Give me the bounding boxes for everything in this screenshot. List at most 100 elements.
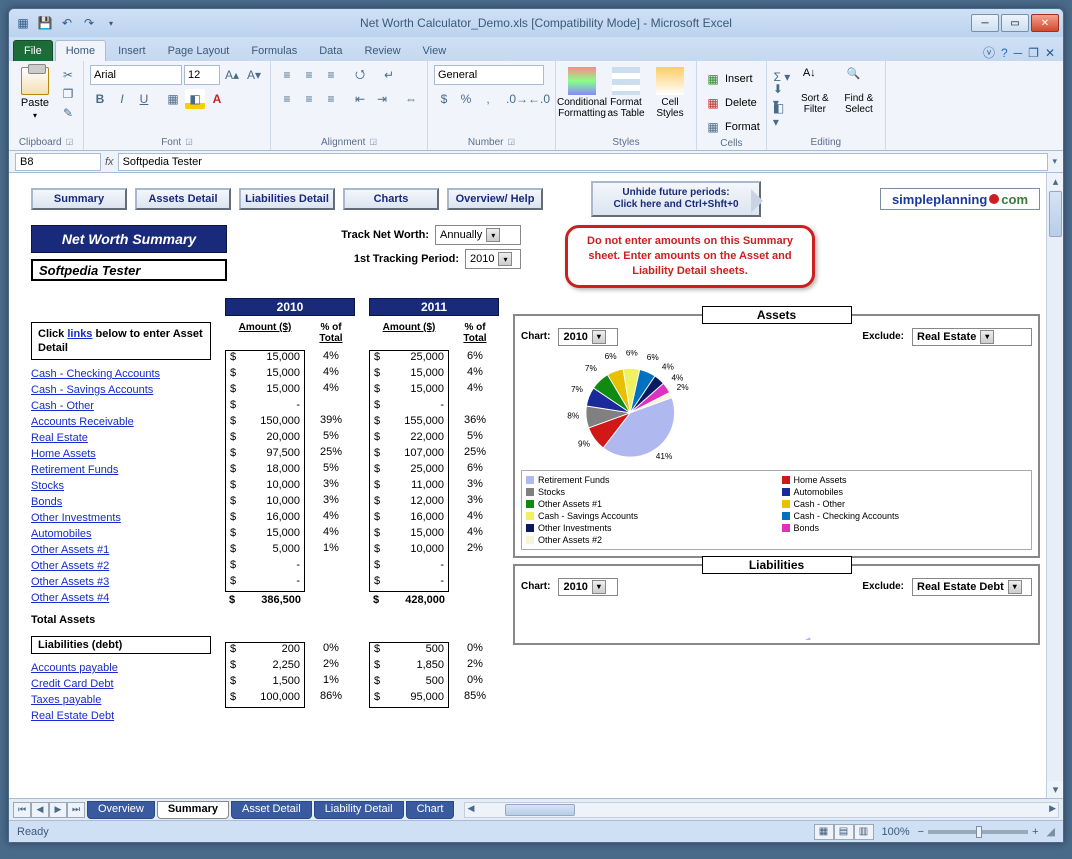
align-left-icon[interactable]: ≡	[277, 89, 297, 109]
prev-sheet-button[interactable]: ◀	[31, 802, 49, 818]
asset-link[interactable]: Other Assets #4	[31, 590, 211, 606]
sheet-tab-liability-detail[interactable]: Liability Detail	[314, 801, 404, 819]
delete-cells-button[interactable]: Delete	[725, 97, 757, 109]
tab-view[interactable]: View	[413, 41, 457, 61]
asset-link[interactable]: Real Estate	[31, 430, 211, 446]
currency-icon[interactable]: $	[434, 89, 454, 109]
tab-home[interactable]: Home	[55, 40, 106, 61]
maximize-button[interactable]: ▭	[1001, 14, 1029, 32]
chevron-down-icon[interactable]: ▾	[33, 111, 37, 120]
font-color-icon[interactable]: A	[207, 89, 227, 109]
chevron-down-icon[interactable]: ▾	[980, 330, 994, 344]
asset-link[interactable]: Bonds	[31, 494, 211, 510]
asset-link[interactable]: Stocks	[31, 478, 211, 494]
nav-liabilities-button[interactable]: Liabilities Detail	[239, 188, 335, 210]
owner-name-field[interactable]: Softpedia Tester	[31, 259, 227, 281]
liab-chart-year-select[interactable]: 2010▾	[558, 578, 618, 596]
tab-formulas[interactable]: Formulas	[241, 41, 307, 61]
nav-summary-button[interactable]: Summary	[31, 188, 127, 210]
insert-icon[interactable]: ▦	[703, 69, 723, 89]
workbook-restore-icon[interactable]: ❐	[1028, 46, 1039, 60]
expand-formula-icon[interactable]: ▾	[1052, 156, 1057, 167]
sheet-tab-overview[interactable]: Overview	[87, 801, 155, 819]
redo-icon[interactable]: ↷	[79, 13, 99, 33]
liability-link[interactable]: Real Estate Debt	[31, 708, 211, 724]
sort-filter-button[interactable]: A↓Sort & Filter	[795, 63, 835, 115]
hscroll-thumb[interactable]	[505, 804, 575, 816]
tab-review[interactable]: Review	[354, 41, 410, 61]
orientation-icon[interactable]: ⭯	[350, 65, 370, 85]
resize-grip-icon[interactable]: ◢	[1047, 825, 1055, 838]
sheet-tab-summary[interactable]: Summary	[157, 801, 229, 819]
shrink-font-icon[interactable]: A▾	[244, 65, 264, 85]
dialog-launcher-icon[interactable]: ◲	[185, 137, 193, 148]
align-top-icon[interactable]: ≡	[277, 65, 297, 85]
dialog-launcher-icon[interactable]: ◲	[369, 137, 377, 148]
tab-data[interactable]: Data	[309, 41, 352, 61]
vertical-scrollbar[interactable]: ▴ ▾	[1046, 173, 1063, 798]
tab-page-layout[interactable]: Page Layout	[158, 41, 240, 61]
dialog-launcher-icon[interactable]: ◲	[66, 137, 74, 148]
cut-icon[interactable]: ✂	[59, 67, 77, 83]
align-middle-icon[interactable]: ≡	[299, 65, 319, 85]
first-period-select[interactable]: 2010▾	[465, 249, 521, 269]
sheet-tab-asset-detail[interactable]: Asset Detail	[231, 801, 312, 819]
find-select-button[interactable]: 🔍Find & Select	[839, 63, 879, 115]
grow-font-icon[interactable]: A▴	[222, 65, 242, 85]
normal-view-button[interactable]: ▦	[814, 824, 834, 840]
merge-center-icon[interactable]: ⇔	[401, 89, 421, 109]
chevron-down-icon[interactable]: ▾	[1008, 580, 1022, 594]
copy-icon[interactable]: ❐	[59, 86, 77, 102]
minimize-button[interactable]: ─	[971, 14, 999, 32]
help-icon[interactable]: ?	[1001, 46, 1008, 60]
liability-link[interactable]: Taxes payable	[31, 692, 211, 708]
scroll-up-icon[interactable]: ▴	[1047, 173, 1063, 190]
bold-button[interactable]: B	[90, 89, 110, 109]
insert-cells-button[interactable]: Insert	[725, 73, 753, 85]
zoom-level[interactable]: 100%	[882, 826, 910, 838]
liability-link[interactable]: Credit Card Debt	[31, 676, 211, 692]
assets-chart-year-select[interactable]: 2010▾	[558, 328, 618, 346]
scroll-right-icon[interactable]: ▶	[1049, 803, 1056, 814]
nav-charts-button[interactable]: Charts	[343, 188, 439, 210]
clear-icon[interactable]: ◧ ▾	[773, 107, 791, 123]
workbook-close-icon[interactable]: ✕	[1045, 46, 1055, 60]
delete-icon[interactable]: ▦	[703, 93, 723, 113]
increase-indent-icon[interactable]: ⇥	[372, 89, 392, 109]
workbook-minimize-icon[interactable]: ─	[1014, 46, 1023, 60]
formula-input[interactable]	[118, 153, 1049, 171]
scroll-down-icon[interactable]: ▾	[1047, 781, 1063, 798]
align-right-icon[interactable]: ≡	[321, 89, 341, 109]
percent-icon[interactable]: %	[456, 89, 476, 109]
underline-button[interactable]: U	[134, 89, 154, 109]
borders-icon[interactable]: ▦	[163, 89, 183, 109]
align-center-icon[interactable]: ≡	[299, 89, 319, 109]
cell-styles-button[interactable]: Cell Styles	[650, 63, 690, 119]
last-sheet-button[interactable]: ⏭	[67, 802, 85, 818]
asset-link[interactable]: Cash - Savings Accounts	[31, 382, 211, 398]
comma-icon[interactable]: ,	[478, 89, 498, 109]
decrease-indent-icon[interactable]: ⇤	[350, 89, 370, 109]
increase-decimal-icon[interactable]: .0→	[507, 89, 527, 109]
horizontal-scrollbar[interactable]: ◀ ▶	[464, 802, 1059, 818]
nav-assets-button[interactable]: Assets Detail	[135, 188, 231, 210]
undo-icon[interactable]: ↶	[57, 13, 77, 33]
zoom-out-button[interactable]: −	[918, 826, 924, 838]
fill-color-icon[interactable]: ◧	[185, 89, 205, 109]
format-cells-button[interactable]: Format	[725, 121, 760, 133]
track-net-worth-select[interactable]: Annually▾	[435, 225, 521, 245]
dialog-launcher-icon[interactable]: ◲	[508, 137, 516, 148]
number-format-input[interactable]	[434, 65, 544, 85]
format-as-table-button[interactable]: Format as Table	[606, 63, 646, 119]
name-box[interactable]	[15, 153, 101, 171]
format-icon[interactable]: ▦	[703, 117, 723, 137]
asset-link[interactable]: Accounts Receivable	[31, 414, 211, 430]
italic-button[interactable]: I	[112, 89, 132, 109]
asset-link[interactable]: Other Investments	[31, 510, 211, 526]
links-link[interactable]: links	[67, 328, 92, 340]
zoom-in-button[interactable]: +	[1032, 826, 1038, 838]
align-bottom-icon[interactable]: ≡	[321, 65, 341, 85]
first-sheet-button[interactable]: ⏮	[13, 802, 31, 818]
wrap-text-icon[interactable]: ↵	[379, 65, 399, 85]
unhide-periods-button[interactable]: Unhide future periods: Click here and Ct…	[591, 181, 761, 217]
